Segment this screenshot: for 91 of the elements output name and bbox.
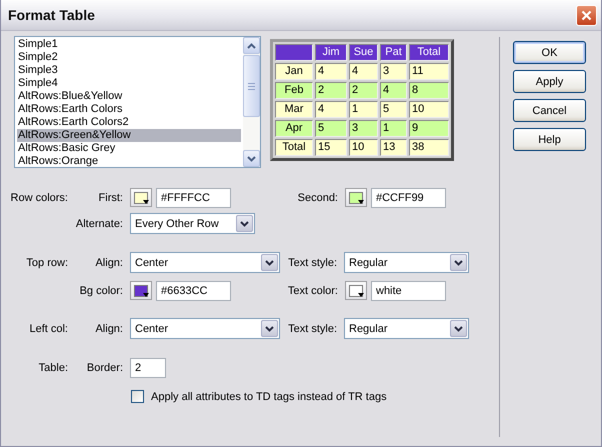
list-item[interactable]: Simple2 [17, 51, 241, 64]
header-cell: Total [409, 44, 449, 61]
section-label: Row colors: [10, 192, 68, 204]
color-picker-button[interactable] [130, 281, 152, 300]
field-label: Align: [94, 256, 123, 268]
table-cell: 2 [349, 82, 378, 99]
dropdown[interactable]: Center [130, 318, 280, 339]
dialog-button[interactable]: Cancel [513, 99, 586, 122]
table-cell: 8 [409, 82, 449, 99]
triangle-down-icon [143, 293, 149, 297]
dialog-button[interactable]: Help [513, 128, 586, 151]
chevron-up-icon [247, 42, 256, 48]
list-item[interactable]: AltRows:Earth Colors2 [17, 116, 241, 129]
table-cell: 10 [349, 139, 378, 156]
table-cell: 5 [380, 101, 407, 118]
header-cell: Jim [315, 44, 347, 61]
list-item[interactable]: AltRows:Earth Colors [17, 103, 241, 116]
section-label: Top row: [25, 256, 68, 268]
section-label: Left col: [28, 322, 68, 334]
table-cell: Jan [275, 63, 313, 80]
table-cell: 3 [349, 120, 378, 137]
list-item[interactable]: AltRows:Blue&Yellow [17, 90, 241, 103]
section-label: Table: [38, 362, 68, 374]
table-cell: 10 [409, 101, 449, 118]
triangle-down-icon [358, 293, 364, 297]
table-cell: Mar [275, 101, 313, 118]
border-field[interactable]: 2 [130, 358, 166, 378]
list-item[interactable]: Simple1 [17, 38, 241, 51]
field-label: Border: [86, 362, 123, 374]
scroll-thumb[interactable] [243, 55, 260, 117]
list-item[interactable]: Simple3 [17, 64, 241, 77]
table-cell: 38 [409, 139, 449, 156]
color-picker-button[interactable] [130, 188, 152, 207]
table-cell: Apr [275, 120, 313, 137]
field-label: Second: [296, 192, 338, 204]
dialog-button[interactable]: Apply [513, 70, 586, 93]
triangle-down-icon [358, 200, 364, 204]
field-label: Text style: [287, 256, 337, 268]
color-picker-button[interactable] [345, 281, 367, 300]
table-cell: 4 [315, 101, 347, 118]
field-label: Alternate: [74, 218, 123, 230]
style-list[interactable]: Simple1 Simple2 Simple3 Simple4 AltRows:Blue&Yellow AltRows:Earth Colors AltRows:Earth Colors2 AltRows:Green&Yellow AltRows:Basic Grey AltRows:Orange [14, 36, 261, 168]
color-field[interactable]: #FFFFCC [156, 188, 231, 208]
table-cell: 4 [349, 63, 378, 80]
table-cell: 9 [409, 120, 449, 137]
table-cell: Feb [275, 82, 313, 99]
header-cell: Pat [380, 44, 407, 61]
table-cell: 15 [315, 139, 347, 156]
field-label: Align: [94, 322, 123, 334]
color-picker-button[interactable] [345, 188, 367, 207]
table-cell: 2 [315, 82, 347, 99]
chevron-down-icon [454, 326, 463, 332]
field-label: First: [98, 192, 123, 204]
dropdown[interactable]: Every Other Row [130, 213, 255, 234]
window-title: Format Table [8, 7, 95, 23]
list-item[interactable]: Simple4 [17, 77, 241, 90]
close-button[interactable] [576, 4, 597, 26]
chevron-down-icon [265, 260, 274, 266]
scroll-down-button[interactable] [243, 150, 260, 167]
chevron-down-icon [240, 220, 249, 226]
table-cell: 4 [380, 82, 407, 99]
list-item[interactable]: AltRows:Basic Grey [17, 142, 241, 155]
chevron-down-icon [265, 326, 274, 332]
chevron-down-icon [247, 156, 256, 162]
table-cell: 11 [409, 63, 449, 80]
checkbox[interactable] [131, 390, 144, 403]
field-label: Text color: [286, 284, 338, 296]
list-item[interactable]: AltRows:Green&Yellow [17, 129, 241, 142]
list-item[interactable]: AltRows:Orange [17, 155, 241, 168]
triangle-down-icon [143, 200, 149, 204]
dropdown[interactable]: Center [130, 252, 280, 273]
field-label: Bg color: [78, 284, 123, 296]
dropdown[interactable]: Regular [344, 318, 469, 339]
header-cell: Sue [349, 44, 378, 61]
field-label: Text style: [287, 322, 337, 334]
color-field[interactable]: white [371, 280, 446, 300]
chevron-down-icon [454, 260, 463, 266]
table-cell: 5 [315, 120, 347, 137]
color-field[interactable]: #6633CC [156, 280, 231, 300]
table-cell: 1 [349, 101, 378, 118]
table-cell: 1 [380, 120, 407, 137]
table-cell: 13 [380, 139, 407, 156]
table-cell: 4 [315, 63, 347, 80]
checkbox-label[interactable]: Apply all attributes to TD tags instead of TR tags [151, 390, 387, 402]
dialog-button[interactable]: OK [513, 41, 586, 64]
dropdown[interactable]: Regular [344, 252, 469, 273]
table-cell: Total [275, 139, 313, 156]
scroll-up-button[interactable] [243, 37, 260, 54]
table-cell: 3 [380, 63, 407, 80]
close-icon [581, 10, 592, 20]
color-field[interactable]: #CCFF99 [371, 188, 446, 208]
